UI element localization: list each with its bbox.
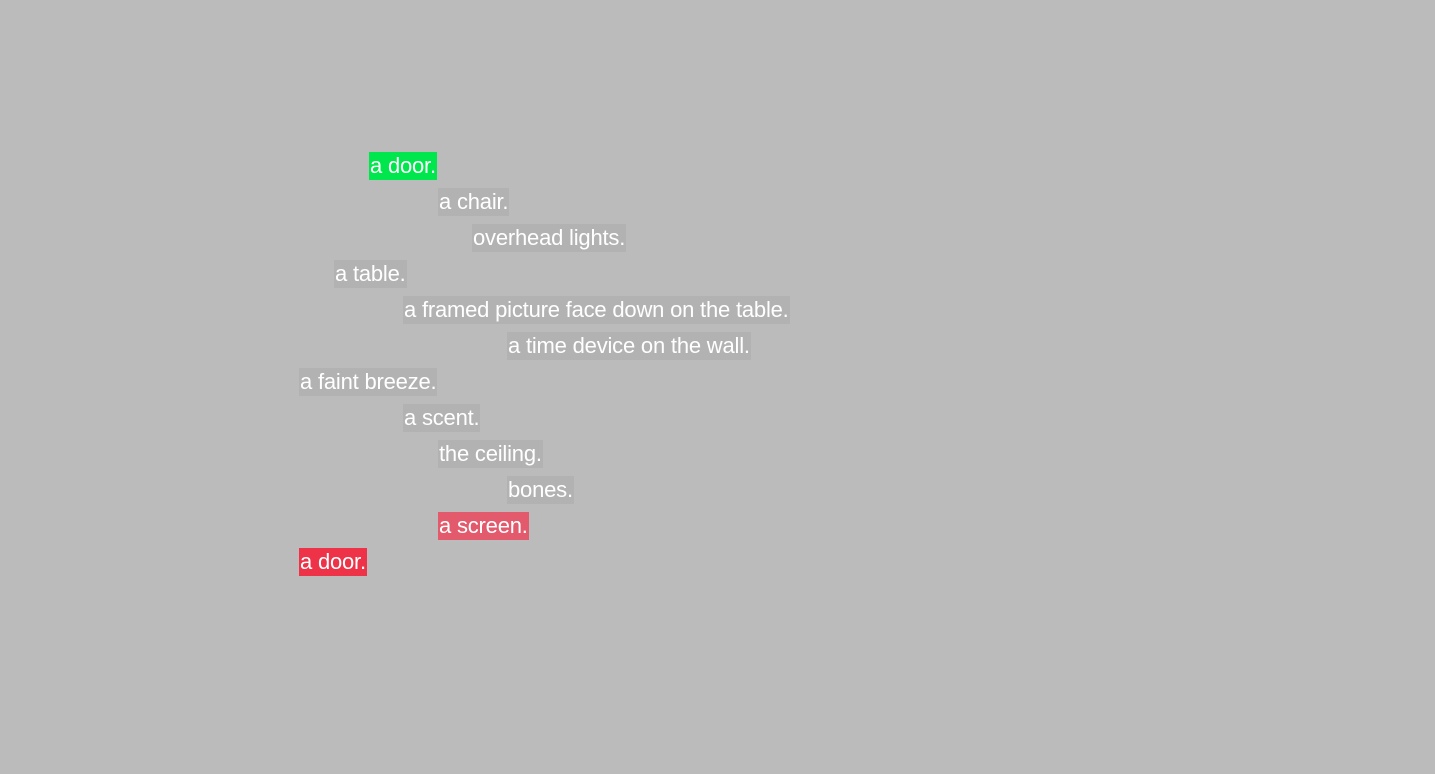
story-line: a framed picture face down on the table. (403, 292, 790, 328)
story-link-screen[interactable]: a screen. (438, 512, 529, 540)
story-line: overhead lights. (472, 220, 627, 256)
story-line: a door. (299, 544, 367, 580)
story-link-table[interactable]: a table. (334, 260, 407, 288)
story-link-door-current[interactable]: a door. (299, 548, 367, 576)
story-link-faint-breeze[interactable]: a faint breeze. (299, 368, 438, 396)
story-stage: a door. a chair. overhead lights. a tabl… (0, 0, 1435, 774)
story-line: a screen. (438, 508, 529, 544)
story-link-door-start[interactable]: a door. (369, 152, 437, 180)
story-link-framed-picture[interactable]: a framed picture face down on the table. (403, 296, 790, 324)
story-link-scent[interactable]: a scent. (403, 404, 481, 432)
story-line: the ceiling. (438, 436, 543, 472)
story-link-overhead-lights[interactable]: overhead lights. (472, 224, 627, 252)
story-line: a scent. (403, 400, 481, 436)
story-link-bones[interactable]: bones. (507, 476, 574, 504)
story-line: a door. (369, 148, 437, 184)
story-link-chair[interactable]: a chair. (438, 188, 510, 216)
story-line: a faint breeze. (299, 364, 438, 400)
story-link-ceiling[interactable]: the ceiling. (438, 440, 543, 468)
story-line: bones. (507, 472, 574, 508)
story-line: a table. (334, 256, 407, 292)
story-link-time-device[interactable]: a time device on the wall. (507, 332, 751, 360)
story-line: a chair. (438, 184, 510, 220)
story-line: a time device on the wall. (507, 328, 751, 364)
